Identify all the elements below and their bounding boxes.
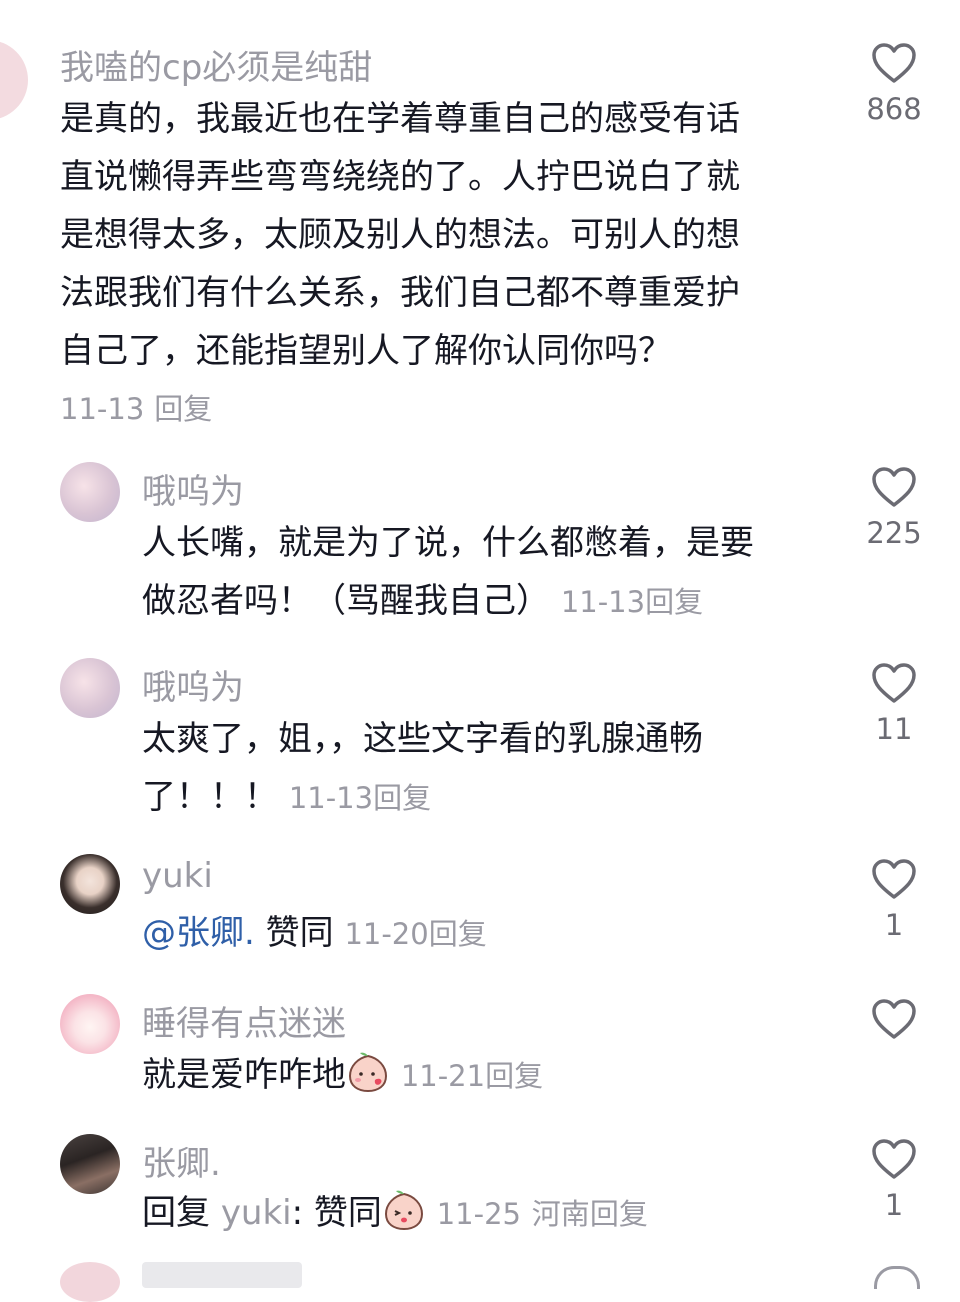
comment-line: 做忍者吗！（骂醒我自己） 11-13回复 [142, 581, 704, 621]
username-placeholder [142, 1262, 302, 1288]
comment-line: 太爽了，姐，，这些文字看的乳腺通畅 [142, 719, 703, 759]
comment-text: 人长嘴，就是为了说，什么都憋着，是要 做忍者吗！（骂醒我自己） 11-13回复 [142, 514, 832, 631]
comment-line: 自己了，还能指望别人了解你认同你吗？ [60, 331, 672, 371]
comment-line: 直说懒得弄些弯弯绕绕的了。人拧巴说白了就 [60, 157, 740, 197]
like-count: 11 [875, 712, 913, 746]
like-button[interactable] [862, 998, 926, 1040]
heart-icon [872, 999, 916, 1039]
username[interactable]: 哦呜为 [142, 660, 244, 709]
like-count: 868 [866, 92, 922, 126]
heart-icon [872, 859, 916, 899]
avatar[interactable] [60, 462, 120, 522]
heart-icon[interactable] [874, 1266, 920, 1289]
peach-kiss-emoji [384, 1190, 423, 1231]
avatar[interactable] [0, 40, 28, 120]
comment-date: 11-25 [436, 1197, 521, 1231]
comment-meta: 11-13 回复 [60, 386, 212, 428]
comment-date: 11-13 [60, 392, 145, 426]
like-button[interactable]: 868 [862, 42, 926, 126]
like-count: 1 [884, 908, 904, 942]
like-button[interactable]: 225 [862, 466, 926, 550]
avatar[interactable] [60, 994, 120, 1054]
comment-date: 11-13 [288, 781, 374, 815]
heart-icon [872, 43, 916, 83]
comment-date: 11-21 [400, 1059, 486, 1093]
like-button[interactable]: 1 [862, 858, 926, 942]
comment-line: 是想得太多，太顾及别人的想法。可别人的想 [60, 215, 740, 255]
like-count: 1 [884, 1188, 904, 1222]
heart-icon [872, 1139, 916, 1179]
comment-date: 11-20 [344, 917, 429, 951]
avatar[interactable] [60, 658, 120, 718]
username[interactable]: yuki [142, 856, 213, 896]
comment-line: 了！！！ 11-13回复 [142, 777, 432, 817]
comment-line: 是真的，我最近也在学着尊重自己的感受有话 [60, 99, 740, 139]
like-count: 225 [866, 516, 922, 550]
reply-button[interactable]: 回复 [373, 781, 431, 815]
mention-link[interactable]: @张卿. [142, 913, 255, 953]
avatar[interactable] [60, 1134, 120, 1194]
comment-text: 回复 yuki: 赞同 11-25 河南回复 [142, 1184, 842, 1243]
comment-text: 是真的，我最近也在学着尊重自己的感受有话 直说懒得弄些弯弯绕绕的了。人拧巴说白了… [60, 90, 820, 380]
comment-line: 人长嘴，就是为了说，什么都憋着，是要 [142, 523, 754, 563]
comment-text: 就是爱咋咋地 11-21回复 [142, 1046, 832, 1105]
heart-icon [872, 663, 916, 703]
username[interactable]: 我嗑的cp必须是纯甜 [60, 40, 372, 89]
reply-button[interactable]: 回复 [590, 1197, 648, 1231]
username[interactable]: 睡得有点迷迷 [142, 996, 346, 1045]
reply-button[interactable]: 回复 [485, 1059, 543, 1093]
like-button[interactable]: 11 [862, 662, 926, 746]
like-button[interactable]: 1 [862, 1138, 926, 1222]
username[interactable]: 张卿. [142, 1136, 221, 1185]
comment-date: 11-13 [560, 585, 646, 619]
peach-blush-emoji [348, 1052, 388, 1093]
comment-location: 河南 [531, 1197, 590, 1231]
heart-icon [872, 467, 916, 507]
username[interactable]: 哦呜为 [142, 464, 244, 513]
avatar[interactable] [60, 854, 120, 914]
comment-text: 太爽了，姐，，这些文字看的乳腺通畅 了！！！ 11-13回复 [142, 710, 832, 827]
reply-to-user[interactable]: yuki [221, 1193, 292, 1233]
comment-line: 法跟我们有什么关系，我们自己都不尊重爱护 [60, 273, 740, 313]
reply-button[interactable]: 回复 [429, 917, 487, 951]
comment-text: @张卿. 赞同 11-20回复 [142, 913, 487, 953]
reply-button[interactable]: 回复 [154, 392, 212, 426]
reply-button[interactable]: 回复 [645, 585, 703, 619]
avatar[interactable] [60, 1262, 120, 1302]
